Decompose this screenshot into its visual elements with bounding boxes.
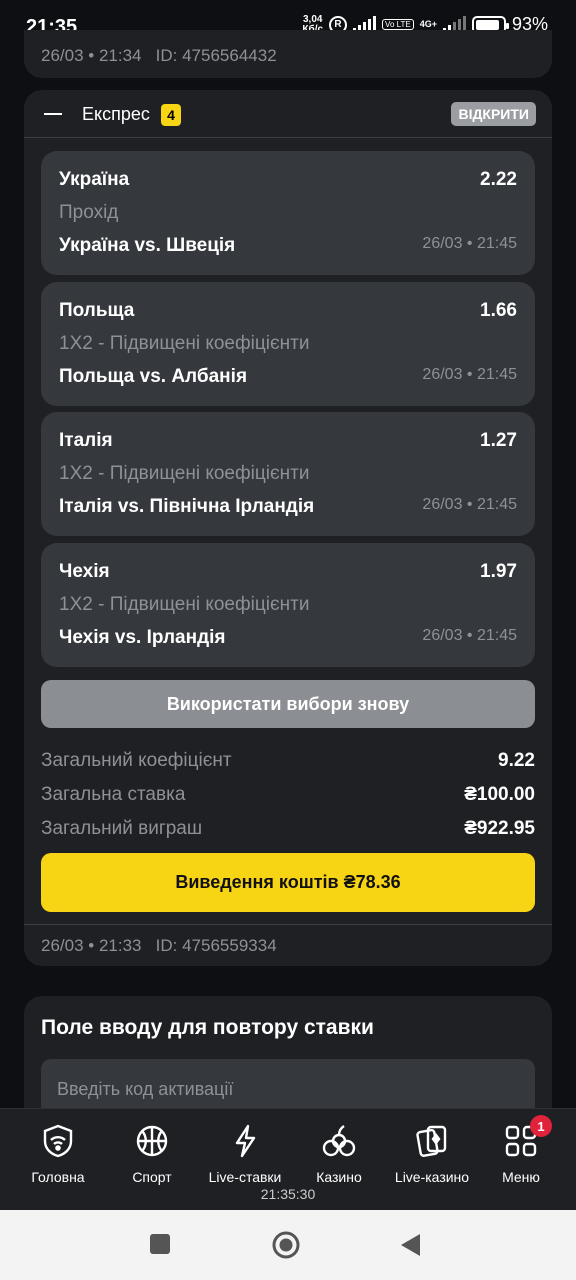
nav-item-casino[interactable]: Казино [294, 1123, 384, 1185]
selection-market: 1X2 - Підвищені коефіцієнти [59, 333, 310, 354]
selection-team: Чехія [59, 561, 110, 582]
previous-bet-meta: 26/03 • 21:34 ID: 4756564432 [41, 46, 277, 65]
nav-item-live-casino[interactable]: Live-казино [387, 1123, 477, 1185]
selection-odds: 1.66 [480, 300, 517, 321]
total-win-label: Загальний виграш [41, 818, 203, 839]
selection-team: Україна [59, 169, 130, 190]
selection-match: Україна vs. Швеція [59, 235, 236, 256]
selection-odds: 2.22 [480, 169, 517, 190]
selection-match: Італія vs. Північна Ірландія [59, 496, 315, 517]
menu-notification-badge: 1 [530, 1115, 552, 1137]
express-header: Експрес 4 ВІДКРИТИ [24, 90, 552, 138]
total-odds-row: Загальний коефіцієнт 9.22 [41, 750, 535, 776]
selection-date: 26/03 • 21:45 [422, 496, 517, 513]
selection-team: Італія [59, 430, 113, 451]
selection-date: 26/03 • 21:45 [422, 235, 517, 252]
total-stake-label: Загальна ставка [41, 784, 186, 805]
total-odds-label: Загальний коефіцієнт [41, 750, 232, 771]
nav-item-live-bets[interactable]: Live-ставки [200, 1123, 290, 1185]
selection-team: Польща [59, 300, 135, 321]
cherries-icon [322, 1125, 356, 1157]
selection-count-badge: 4 [161, 104, 181, 126]
system-navigation-bar [0, 1210, 576, 1280]
selection-match: Польща vs. Албанія [59, 366, 248, 387]
reuse-selections-button[interactable]: Використати вибори знову [41, 680, 535, 728]
total-stake-row: Загальна ставка ₴100.00 [41, 784, 535, 810]
home-shield-icon [43, 1124, 73, 1158]
nav-item-sport[interactable]: Спорт [107, 1123, 197, 1185]
selection-match: Чехія vs. Ірландія [59, 627, 226, 648]
selection-item: Італія 1.27 1X2 - Підвищені коефіцієнти … [41, 412, 535, 536]
nav-item-home[interactable]: Головна [13, 1123, 103, 1185]
total-win-value: ₴922.95 [464, 818, 535, 839]
home-circle-icon[interactable] [271, 1230, 301, 1260]
selection-odds: 1.27 [480, 430, 517, 451]
back-triangle-icon[interactable] [398, 1232, 422, 1258]
express-title: Експрес [82, 104, 150, 124]
express-bet-card: Експрес 4 ВІДКРИТИ Україна 2.22 Прохід У… [24, 90, 552, 966]
selection-market: 1X2 - Підвищені коефіцієнти [59, 463, 310, 484]
lightning-icon [235, 1124, 256, 1158]
basketball-icon [136, 1125, 168, 1157]
cards-icon [416, 1125, 447, 1157]
open-button[interactable]: ВІДКРИТИ [451, 102, 536, 126]
selection-date: 26/03 • 21:45 [422, 366, 517, 383]
divider [24, 924, 552, 925]
selection-market: 1X2 - Підвищені коефіцієнти [59, 594, 310, 615]
selection-market: Прохід [59, 202, 119, 223]
total-win-row: Загальний виграш ₴922.95 [41, 818, 535, 844]
selection-date: 26/03 • 21:45 [422, 627, 517, 644]
selection-item: Україна 2.22 Прохід Україна vs. Швеція 2… [41, 151, 535, 275]
nav-item-menu[interactable]: 1 Меню [476, 1115, 566, 1185]
bet-meta: 26/03 • 21:33 ID: 4756559334 [41, 936, 277, 955]
selection-odds: 1.97 [480, 561, 517, 582]
selection-item: Чехія 1.97 1X2 - Підвищені коефіцієнти Ч… [41, 543, 535, 667]
volte-icon: Vo LTE [382, 19, 414, 30]
previous-bet-card: 26/03 • 21:34 ID: 4756564432 [24, 30, 552, 78]
total-stake-value: ₴100.00 [464, 784, 535, 805]
selection-item: Польща 1.66 1X2 - Підвищені коефіцієнти … [41, 282, 535, 406]
server-clock: 21:35:30 [260, 1186, 316, 1202]
cashout-button[interactable]: Виведення коштів ₴78.36 [41, 853, 535, 912]
total-odds-value: 9.22 [498, 750, 535, 771]
network-type: 4G+ [419, 19, 437, 29]
repeat-bet-title: Поле вводу для повтору ставки [41, 1016, 374, 1039]
collapse-icon[interactable] [44, 113, 62, 115]
recent-apps-icon[interactable] [148, 1232, 172, 1256]
